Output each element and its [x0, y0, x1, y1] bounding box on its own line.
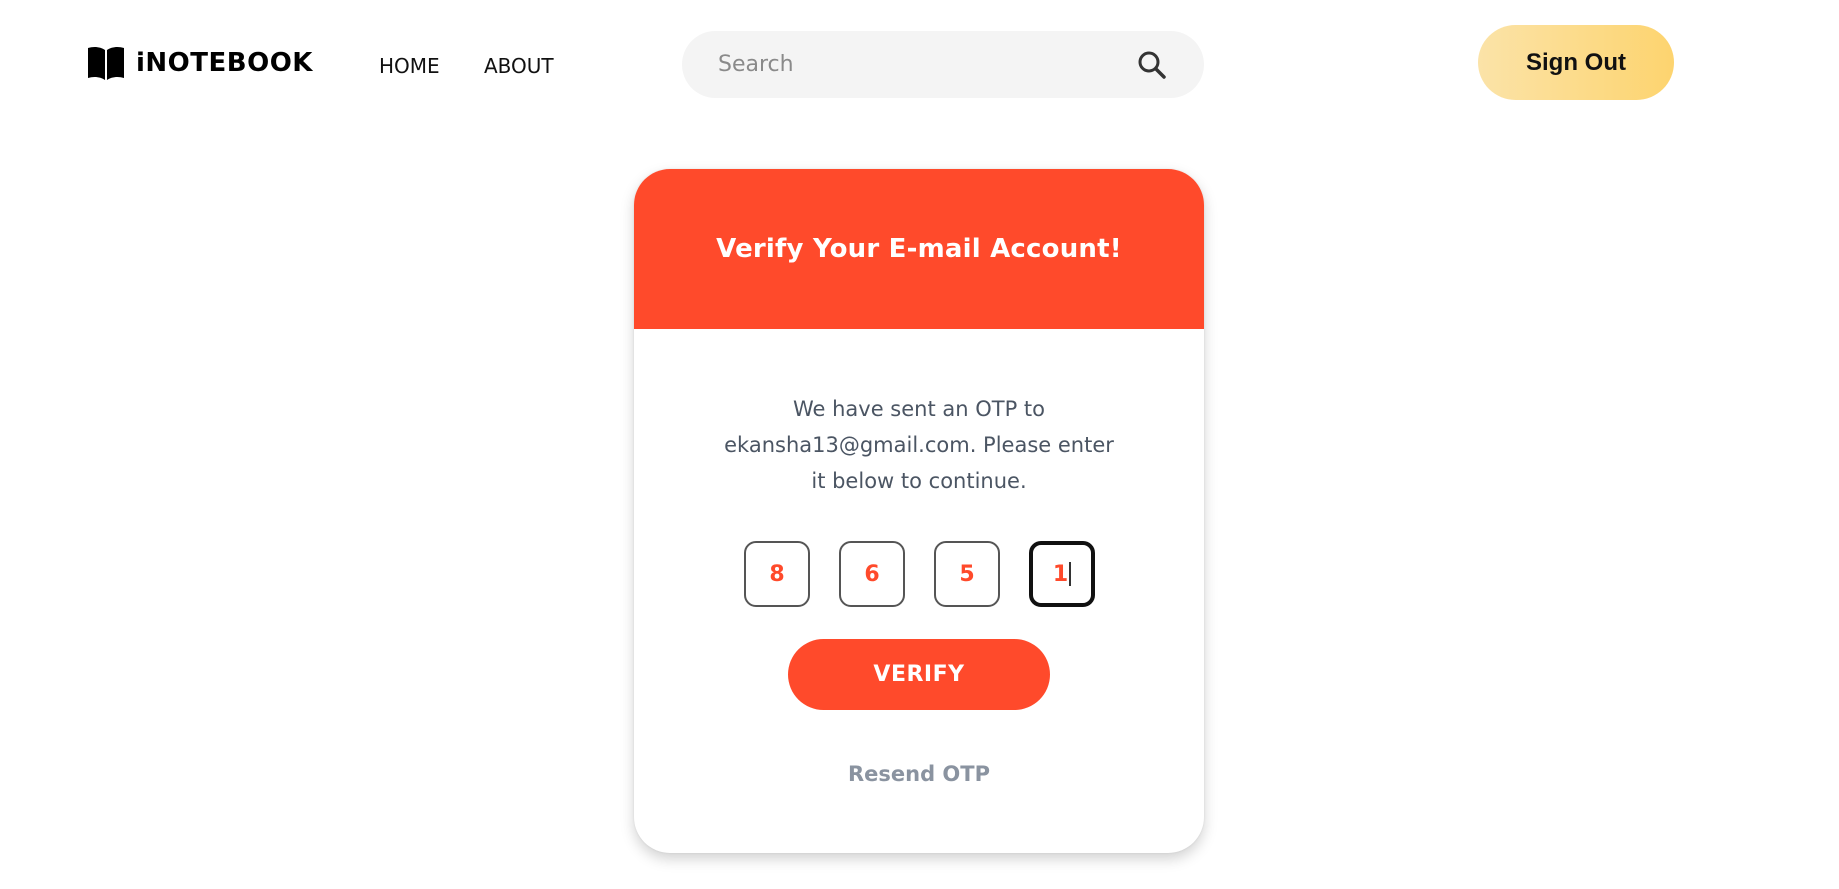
search-bar — [682, 31, 1204, 98]
otp-digit-value: 6 — [864, 561, 880, 587]
nav-link-home[interactable]: HOME — [379, 54, 440, 78]
sign-out-button[interactable]: Sign Out — [1478, 25, 1674, 100]
search-button[interactable] — [1136, 49, 1168, 81]
otp-digit-value: 8 — [769, 561, 785, 587]
brand-name: iNOTEBOOK — [136, 48, 313, 78]
verify-card: Verify Your E-mail Account! We have sent… — [634, 169, 1204, 853]
otp-message: We have sent an OTP to ekansha13@gmail.c… — [724, 397, 1114, 493]
otp-digit-value: 5 — [959, 561, 975, 587]
nav-link-about[interactable]: ABOUT — [484, 54, 554, 78]
brand-link[interactable]: iNOTEBOOK — [86, 44, 313, 82]
navbar: iNOTEBOOK HOME ABOUT Sign Out — [0, 0, 1839, 130]
text-caret — [1069, 562, 1072, 586]
otp-digit-4[interactable]: 1 — [1029, 541, 1095, 607]
search-input[interactable] — [718, 31, 1118, 98]
card-header: Verify Your E-mail Account! — [634, 169, 1204, 329]
card-title: Verify Your E-mail Account! — [716, 234, 1122, 264]
otp-digit-1[interactable]: 8 — [744, 541, 810, 607]
otp-input-row: 8 6 5 1 — [744, 541, 1095, 607]
otp-digit-3[interactable]: 5 — [934, 541, 1000, 607]
resend-otp-link[interactable]: Resend OTP — [634, 762, 1204, 786]
search-icon — [1138, 51, 1166, 79]
otp-digit-value: 1 — [1052, 561, 1069, 587]
otp-digit-2[interactable]: 6 — [839, 541, 905, 607]
verify-button[interactable]: VERIFY — [788, 639, 1050, 710]
book-icon — [88, 46, 124, 80]
